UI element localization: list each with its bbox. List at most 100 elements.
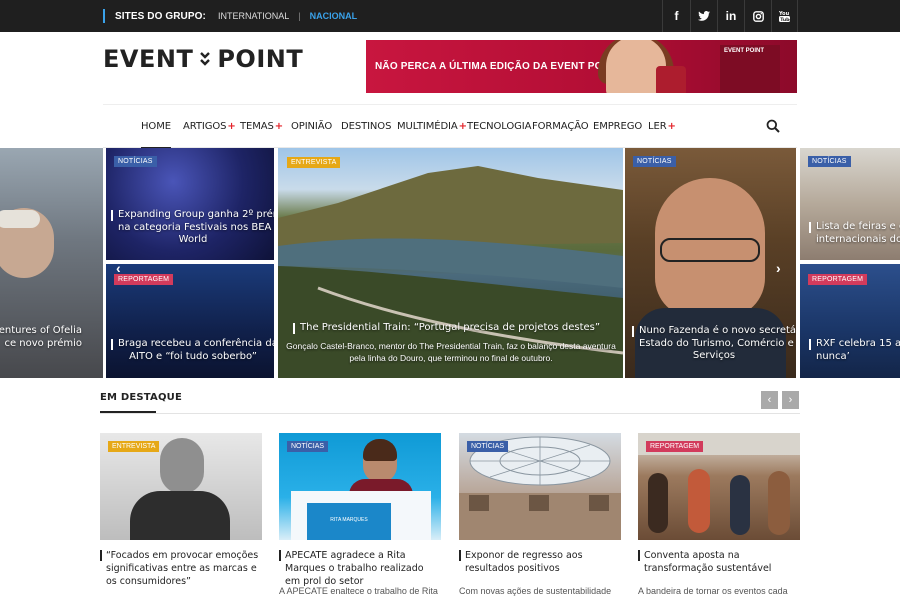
nav-item-label: TECNOLOGIA bbox=[467, 121, 532, 132]
category-badge: NOTÍCIAS bbox=[287, 441, 329, 452]
section-title-underline bbox=[100, 411, 156, 413]
slider-tile-title: Nuno Fazenda é o novo secretário de Esta… bbox=[632, 325, 796, 361]
nav-item-label: DESTINOS bbox=[341, 121, 392, 132]
nav-item-label: HOME bbox=[141, 121, 171, 132]
slider-tile[interactable]: Adventures of Ofelia ce novo prémio bbox=[0, 148, 103, 378]
social-links: f in YouTube bbox=[662, 0, 798, 32]
site-logo[interactable]: EVENT POINT bbox=[103, 44, 303, 74]
nav-item-label: LER bbox=[648, 121, 667, 132]
group-sites: SITES DO GRUPO: INTERNATIONAL | NACIONAL bbox=[103, 0, 357, 32]
glasses-icon bbox=[660, 238, 760, 262]
slider-tile-hair bbox=[0, 210, 40, 228]
slider-tile[interactable]: NOTÍCIAS Expanding Group ganha 2º prémio… bbox=[106, 148, 274, 260]
slider-tile[interactable]: REPORTAGEM RXF celebra 15 anos c nunca’ bbox=[800, 264, 900, 378]
nav-item-tecnologia[interactable]: TECNOLOGIA bbox=[467, 105, 531, 148]
featured-slider: Adventures of Ofelia ce novo prémio NOTÍ… bbox=[0, 148, 900, 378]
banner-magazine-title: EVENT POINT bbox=[724, 48, 765, 54]
carousel-next-button[interactable]: › bbox=[782, 391, 799, 409]
youtube-icon[interactable]: YouTube bbox=[771, 0, 798, 32]
nav-item-temas[interactable]: TEMAS + bbox=[240, 105, 283, 148]
category-badge: REPORTAGEM bbox=[646, 441, 704, 452]
section-title: EM DESTAQUE bbox=[100, 392, 183, 403]
category-badge: NOTÍCIAS bbox=[114, 156, 157, 167]
article-card-excerpt: A bandeira de tornar os eventos cada vez bbox=[638, 586, 788, 600]
category-badge: NOTÍCIAS bbox=[633, 156, 676, 167]
slider-prev-arrow-icon[interactable]: ‹ bbox=[116, 260, 121, 276]
slider-tile-main[interactable]: ENTREVISTA The Presidential Train: “Port… bbox=[278, 148, 623, 378]
nav-item-ler[interactable]: LER + bbox=[648, 105, 676, 148]
slider-tile[interactable]: NOTÍCIAS Lista de feiras e even internac… bbox=[800, 148, 900, 260]
accent-bar bbox=[103, 9, 105, 23]
slider-tile[interactable]: NOTÍCIAS Nuno Fazenda é o novo secretári… bbox=[625, 148, 796, 378]
person-hair bbox=[363, 439, 397, 461]
nav-item-home[interactable]: HOME bbox=[141, 105, 171, 149]
site-link-nacional[interactable]: NACIONAL bbox=[310, 11, 358, 21]
article-card-image: REPORTAGEM bbox=[638, 433, 800, 540]
crowd-person bbox=[768, 471, 790, 535]
person-head bbox=[160, 438, 204, 494]
top-bar: SITES DO GRUPO: INTERNATIONAL | NACIONAL… bbox=[0, 0, 900, 32]
facebook-icon[interactable]: f bbox=[662, 0, 690, 32]
search-icon[interactable] bbox=[766, 119, 780, 133]
twitter-icon[interactable] bbox=[690, 0, 717, 32]
nav-plus-icon: + bbox=[227, 121, 236, 132]
linkedin-icon[interactable]: in bbox=[717, 0, 744, 32]
category-badge: ENTREVISTA bbox=[108, 441, 160, 452]
logo-text-left: EVENT bbox=[103, 45, 194, 73]
category-badge: ENTREVISTA bbox=[287, 157, 341, 168]
category-badge: NOTÍCIAS bbox=[467, 441, 509, 452]
article-card-title[interactable]: Conventa aposta na transformação sustent… bbox=[638, 549, 800, 575]
category-badge: REPORTAGEM bbox=[808, 274, 868, 285]
article-card-image: NOTÍCIAS bbox=[459, 433, 621, 540]
slider-tile-title: RXF celebra 15 anos c nunca’ bbox=[809, 338, 900, 363]
nav-item-destinos[interactable]: DESTINOS bbox=[341, 105, 391, 148]
site-link-international[interactable]: INTERNATIONAL bbox=[218, 11, 289, 21]
group-sites-label: SITES DO GRUPO: bbox=[115, 10, 206, 22]
slider-tile-title: Braga recebeu a conferência da AITO e “f… bbox=[111, 338, 274, 363]
slider-tile-title: Expanding Group ganha 2º prémio na categ… bbox=[111, 209, 274, 245]
nav-plus-icon: + bbox=[458, 121, 467, 132]
article-card-title[interactable]: “Focados em provocar emoções significati… bbox=[100, 549, 262, 588]
nav-item-artigos[interactable]: ARTIGOS + bbox=[183, 105, 236, 148]
svg-text:Tube: Tube bbox=[780, 17, 790, 22]
section-divider bbox=[100, 413, 800, 414]
nav-item-emprego[interactable]: EMPREGO bbox=[593, 105, 642, 148]
nav-item-label: TEMAS bbox=[240, 121, 274, 132]
slider-tile[interactable]: REPORTAGEM Braga recebeu a conferência d… bbox=[106, 264, 274, 378]
crowd-person bbox=[730, 475, 750, 535]
article-card-title[interactable]: APECATE agradece a Rita Marques o trabal… bbox=[279, 549, 441, 588]
slider-next-arrow-icon[interactable]: › bbox=[776, 260, 781, 276]
nav-item-multimedia[interactable]: MULTIMÉDIA + bbox=[397, 105, 467, 148]
nav-item-label: ARTIGOS bbox=[183, 121, 227, 132]
nav-item-label: EMPREGO bbox=[593, 121, 643, 132]
banner-magazine-in-hand bbox=[656, 66, 686, 93]
carousel-prev-button[interactable]: ‹ bbox=[761, 391, 778, 409]
slider-tile-title: The Presidential Train: “Portugal precis… bbox=[293, 322, 601, 334]
article-card-title[interactable]: Exponor de regresso aos resultados posit… bbox=[459, 549, 621, 575]
category-badge: NOTÍCIAS bbox=[808, 156, 851, 167]
article-card-excerpt: Com novas ações de sustentabilidade bbox=[459, 586, 612, 596]
site-separator: | bbox=[298, 11, 301, 21]
banner-text: NÃO PERCA A ÚLTIMA EDIÇÃO DA EVENT POINT bbox=[375, 61, 620, 72]
crowd-person bbox=[688, 469, 710, 533]
category-badge: REPORTAGEM bbox=[114, 274, 174, 285]
nav-item-label: MULTIMÉDIA bbox=[397, 121, 458, 132]
logo-chevrons-icon bbox=[200, 51, 211, 67]
article-card-image: ENTREVISTA bbox=[100, 433, 262, 540]
nav-plus-icon: + bbox=[667, 121, 676, 132]
nav-item-opiniao[interactable]: OPINIÃO bbox=[291, 105, 332, 148]
main-nav: HOME ARTIGOS + TEMAS + OPINIÃO DESTINOS MU… bbox=[103, 104, 797, 149]
article-card-excerpt: A APECATE enaltece o trabalho de Rita bbox=[279, 586, 438, 596]
logo-text-right: POINT bbox=[217, 45, 304, 73]
slider-tile-title: Adventures of Ofelia ce novo prémio bbox=[0, 325, 82, 350]
person-suit bbox=[130, 491, 230, 540]
slider-tile-excerpt: Gonçalo Castel-Branco, mentor do The Pre… bbox=[286, 341, 616, 363]
instagram-icon[interactable] bbox=[744, 0, 771, 32]
nav-item-formacao[interactable]: FORMAÇÃO bbox=[532, 105, 589, 148]
crowd-person bbox=[648, 473, 668, 533]
nav-item-label: FORMAÇÃO bbox=[532, 121, 589, 132]
article-card-image: RITA MARQUES NOTÍCIAS bbox=[279, 433, 441, 540]
slider-tile-title: Lista de feiras e even internacionais do… bbox=[809, 221, 900, 246]
ad-banner[interactable]: NÃO PERCA A ÚLTIMA EDIÇÃO DA EVENT POINT… bbox=[366, 40, 797, 93]
banner-magazine-cover: EVENT POINT bbox=[720, 45, 780, 93]
